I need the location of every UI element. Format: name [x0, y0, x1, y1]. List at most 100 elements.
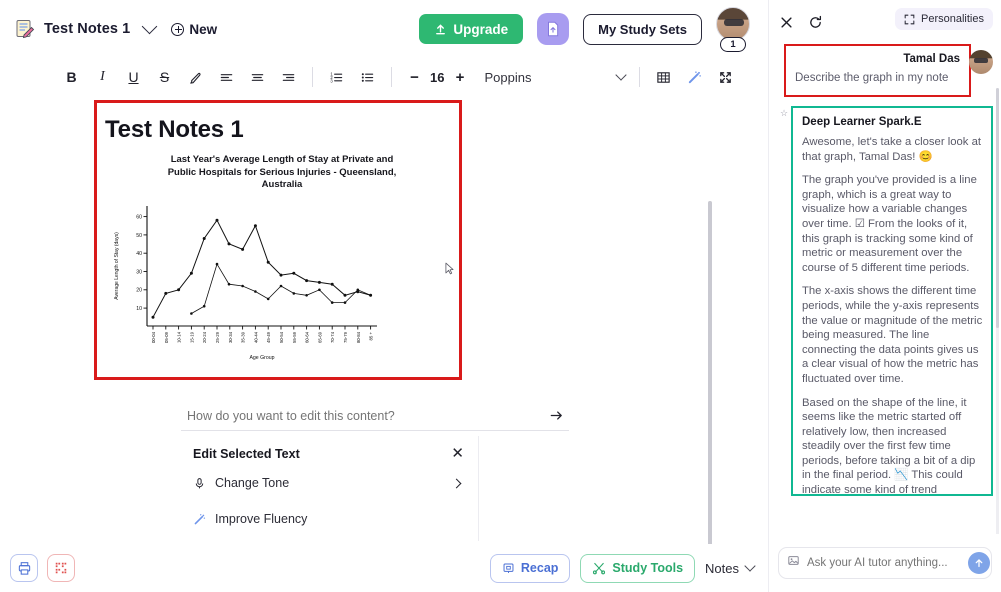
edit-option-change-tone[interactable]: Change Tone: [181, 469, 478, 497]
svg-text:50: 50: [136, 232, 142, 238]
svg-text:75-79: 75-79: [343, 331, 348, 343]
svg-text:55-59: 55-59: [292, 331, 297, 343]
svg-text:85 +: 85 +: [369, 331, 374, 340]
svg-text:20: 20: [136, 287, 142, 293]
study-tools-button[interactable]: Study Tools: [580, 553, 696, 583]
notes-dropdown[interactable]: Notes: [705, 560, 756, 576]
user-message-text: Describe the graph in my note: [795, 72, 949, 84]
magic-wand-button[interactable]: [679, 63, 710, 91]
highlighter-icon: [190, 72, 201, 84]
chevron-down-icon[interactable]: [142, 18, 158, 35]
user-avatar[interactable]: [969, 50, 993, 74]
edit-content-input[interactable]: [181, 408, 543, 423]
ai-composer: [769, 534, 1001, 592]
bottom-bar-right: Recap Study Tools Notes: [489, 544, 756, 592]
image-icon[interactable]: [787, 554, 800, 572]
bold-button[interactable]: B: [56, 63, 87, 91]
refresh-icon[interactable]: [808, 15, 823, 30]
user-message-author: Tamal Das: [903, 53, 960, 65]
editor-column: Test Notes 1 New Upgrade My Study Sets 1…: [0, 0, 768, 592]
svg-text:70-74: 70-74: [330, 331, 335, 343]
printer-icon: [18, 561, 30, 575]
document-upload-button[interactable]: [537, 13, 570, 45]
numbered-list-button[interactable]: 1 2 3: [321, 63, 352, 91]
avatar[interactable]: [716, 7, 750, 41]
close-icon[interactable]: [779, 15, 794, 30]
app-root: Test Notes 1 New Upgrade My Study Sets 1…: [0, 0, 1001, 592]
bullet-list-icon: [361, 72, 374, 82]
font-size-decrease-button[interactable]: −: [408, 69, 421, 86]
magic-wand-icon: [689, 70, 702, 83]
print-button[interactable]: [10, 554, 38, 582]
format-toolbar: B I U S 1 2 3 − 16 + Poppins: [0, 58, 768, 96]
svg-text:60-64: 60-64: [305, 331, 310, 343]
svg-text:40-44: 40-44: [253, 331, 258, 343]
svg-text:15-19: 15-19: [189, 331, 194, 343]
ai-composer-box[interactable]: [778, 547, 992, 579]
font-size-stepper[interactable]: − 16 +: [408, 69, 466, 86]
personalities-label: Personalities: [921, 13, 984, 25]
upgrade-button[interactable]: Upgrade: [419, 14, 524, 44]
page-scrollbar-thumb[interactable]: [708, 201, 712, 544]
svg-text:3: 3: [330, 78, 333, 83]
avatar-wrapper[interactable]: 1: [716, 7, 754, 52]
table-button[interactable]: [648, 63, 679, 91]
highlighter-button[interactable]: [180, 63, 211, 91]
fullscreen-button[interactable]: [710, 63, 741, 91]
edit-content-prompt[interactable]: [181, 401, 569, 431]
chevron-right-icon: [451, 478, 462, 488]
toolbar-divider-1: [312, 67, 313, 87]
bullet-list-button[interactable]: [352, 63, 383, 91]
align-left-icon: [220, 73, 233, 81]
personalities-button[interactable]: Personalities: [895, 8, 993, 30]
ai-panel-scrollbar-thumb[interactable]: [996, 88, 999, 328]
chart-title: Last Year's Average Length of Stay at Pr…: [167, 154, 397, 190]
qr-code-button[interactable]: [47, 554, 75, 582]
svg-text:00-04: 00-04: [151, 331, 156, 343]
close-icon[interactable]: ✕: [451, 446, 464, 461]
bot-message: Deep Learner Spark.E Awesome, let's take…: [791, 106, 993, 496]
note-canvas: Test Notes 1 Last Year's Average Length …: [0, 96, 768, 544]
ai-message-thread[interactable]: Tamal Das Describe the graph in my note …: [769, 44, 1001, 534]
upload-arrow-icon: [436, 23, 446, 34]
svg-text:10: 10: [136, 306, 142, 312]
bot-paragraph: Based on the shape of the line, it seems…: [802, 396, 976, 496]
page-scrollbar[interactable]: [708, 201, 712, 544]
svg-text:80-84: 80-84: [356, 331, 361, 343]
font-family-select[interactable]: Poppins: [484, 70, 531, 85]
my-study-sets-button[interactable]: My Study Sets: [583, 13, 702, 45]
edit-option-improve-fluency[interactable]: Improve Fluency: [181, 505, 478, 533]
microphone-icon: [193, 477, 215, 490]
scissors-icon: [593, 562, 606, 575]
font-size-increase-button[interactable]: +: [453, 69, 466, 86]
magic-wand-icon: [193, 513, 215, 526]
italic-button[interactable]: I: [87, 63, 118, 91]
bot-paragraph: Awesome, let's take a closer look at tha…: [802, 136, 982, 163]
svg-text:25-29: 25-29: [215, 331, 220, 343]
upgrade-button-label: Upgrade: [453, 21, 509, 37]
toolbar-divider-2: [391, 67, 392, 87]
chevron-down-icon[interactable]: [615, 69, 628, 81]
note-page[interactable]: Test Notes 1 Last Year's Average Length …: [94, 100, 462, 380]
top-bar: Test Notes 1 New Upgrade My Study Sets 1: [0, 0, 768, 58]
bot-avatar-icon: ☆: [779, 108, 789, 118]
svg-text:40: 40: [136, 251, 142, 257]
underline-button[interactable]: U: [118, 63, 149, 91]
recap-button[interactable]: Recap: [489, 553, 571, 583]
align-center-button[interactable]: [242, 63, 273, 91]
bottom-bar: Recap Study Tools Notes: [0, 544, 768, 592]
new-button[interactable]: New: [171, 22, 217, 37]
new-button-label: New: [189, 21, 218, 37]
ai-composer-input[interactable]: [807, 557, 961, 569]
ai-panel-scrollbar[interactable]: [996, 88, 999, 534]
presentation-icon: [503, 563, 514, 573]
edit-content-submit-button[interactable]: [543, 403, 569, 429]
align-right-button[interactable]: [273, 63, 304, 91]
edit-selected-text-panel: Edit Selected Text ✕ Change Tone Improve…: [181, 436, 479, 541]
notepad-icon: [14, 18, 36, 40]
align-left-button[interactable]: [211, 63, 242, 91]
numbered-list-icon: 1 2 3: [330, 71, 343, 83]
align-center-icon: [251, 73, 264, 81]
strikethrough-button[interactable]: S: [149, 63, 180, 91]
ai-send-button[interactable]: [968, 552, 990, 574]
